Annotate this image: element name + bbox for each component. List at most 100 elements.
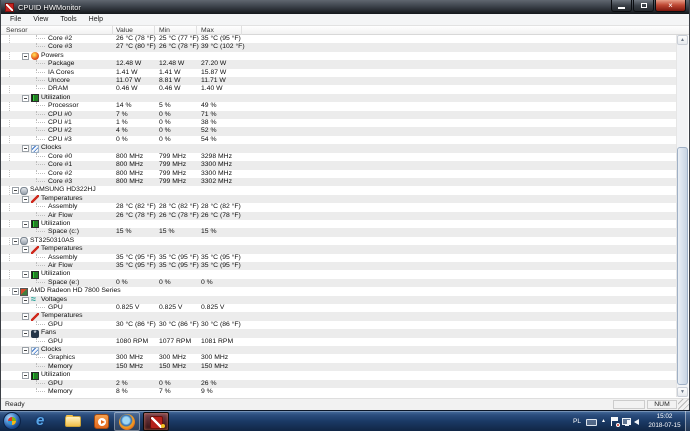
sensor-row[interactable]: CPU #24 %0 %52 % (1, 127, 678, 135)
expand-toggle[interactable] (22, 53, 29, 60)
keyboard-layout-icon[interactable] (586, 419, 597, 426)
column-divider[interactable] (196, 26, 197, 35)
sensor-row[interactable]: Core #327 °C (80 °F)26 °C (78 °F)39 °C (… (1, 43, 678, 51)
sensor-row[interactable]: GPU30 °C (86 °F)30 °C (86 °F)30 °C (86 °… (1, 321, 678, 329)
sensor-row[interactable]: Processor14 %5 %49 % (1, 102, 678, 110)
expand-toggle[interactable] (22, 297, 29, 304)
expand-toggle[interactable] (22, 372, 29, 379)
sensor-row[interactable]: Core #1800 MHz799 MHz3300 MHz (1, 161, 678, 169)
category-row[interactable]: Temperatures (1, 312, 678, 320)
sensor-max: 0.825 V (201, 304, 224, 313)
sensor-row[interactable]: Space (e:)0 %0 %0 % (1, 279, 678, 287)
expand-toggle[interactable] (22, 145, 29, 152)
sensor-row[interactable]: Assembly28 °C (82 °F)28 °C (82 °F)28 °C … (1, 203, 678, 211)
sensor-label: Memory (48, 363, 73, 372)
expand-toggle[interactable] (12, 187, 19, 194)
column-max[interactable]: Max (201, 26, 214, 35)
sensor-row[interactable]: Memory150 MHz150 MHz150 MHz (1, 363, 678, 371)
sensor-max: 71 % (201, 111, 217, 120)
maximize-button[interactable] (633, 0, 654, 12)
sensor-label: Core #2 (48, 170, 72, 179)
sensor-row[interactable]: Graphics300 MHz300 MHz300 MHz (1, 354, 678, 362)
category-row[interactable]: Clocks (1, 144, 678, 152)
column-divider[interactable] (112, 26, 113, 35)
expand-toggle[interactable] (22, 221, 29, 228)
device-row[interactable]: AMD Radeon HD 7800 Series (1, 287, 678, 295)
show-desktop-button[interactable] (685, 411, 690, 431)
sensor-row[interactable]: Core #3800 MHz799 MHz3302 MHz (1, 178, 678, 186)
category-row[interactable]: Clocks (1, 346, 678, 354)
sensor-row[interactable]: IA Cores1.41 W1.41 W15.87 W (1, 69, 678, 77)
device-row[interactable]: ST3250310AS (1, 237, 678, 245)
device-row[interactable]: SAMSUNG HD322HJ (1, 186, 678, 194)
column-divider[interactable] (154, 26, 155, 35)
show-hidden-icons-chevron[interactable]: ▲ (601, 418, 606, 424)
speaker-icon[interactable] (634, 419, 639, 425)
sensor-row[interactable]: Core #0800 MHz799 MHz3298 MHz (1, 153, 678, 161)
clock-icon (31, 145, 39, 153)
menu-tools[interactable]: Tools (54, 16, 82, 23)
category-row[interactable]: Utilization (1, 371, 678, 379)
sensor-row[interactable]: Air Flow26 °C (78 °F)26 °C (78 °F)26 °C … (1, 212, 678, 220)
sensor-row[interactable]: Core #226 °C (78 °F)25 °C (77 °F)35 °C (… (1, 35, 678, 43)
sensor-row[interactable]: DRAM0.46 W0.46 W1.40 W (1, 85, 678, 93)
expand-toggle[interactable] (12, 238, 19, 245)
category-row[interactable]: Temperatures (1, 245, 678, 253)
category-row[interactable]: Voltages (1, 296, 678, 304)
sensor-row[interactable]: CPU #07 %0 %71 % (1, 111, 678, 119)
scroll-up-arrow-icon[interactable]: ▲ (677, 35, 688, 45)
start-button[interactable] (3, 412, 21, 430)
category-row[interactable]: Fans (1, 329, 678, 337)
close-button[interactable]: × (655, 0, 686, 12)
column-divider[interactable] (241, 26, 242, 35)
category-row[interactable]: Utilization (1, 220, 678, 228)
sensor-max: 15.87 W (201, 69, 226, 78)
expand-toggle[interactable] (22, 330, 29, 337)
taskbar-clock[interactable]: 15:02 2018-07-15 (644, 413, 685, 430)
expand-toggle[interactable] (12, 288, 19, 295)
category-row[interactable]: Powers (1, 52, 678, 60)
expand-toggle[interactable] (22, 313, 29, 320)
minimize-button[interactable] (611, 0, 632, 12)
category-row[interactable]: Temperatures (1, 195, 678, 203)
scrollbar-thumb[interactable] (677, 147, 688, 385)
sensor-row[interactable]: GPU0.825 V0.825 V0.825 V (1, 304, 678, 312)
sensor-row[interactable]: Core #2800 MHz799 MHz3300 MHz (1, 170, 678, 178)
sensor-row[interactable]: Memory8 %7 %9 % (1, 388, 678, 396)
sensor-row[interactable]: Package12.48 W12.48 W27.20 W (1, 60, 678, 68)
expand-toggle[interactable] (22, 196, 29, 203)
windows-explorer-icon[interactable] (65, 416, 81, 427)
hwmonitor-taskbar-button[interactable] (143, 412, 169, 431)
category-row[interactable]: Utilization (1, 94, 678, 102)
sensor-row[interactable]: GPU1080 RPM1077 RPM1081 RPM (1, 338, 678, 346)
media-player-icon[interactable] (94, 414, 109, 429)
column-sensor[interactable]: Sensor (6, 26, 28, 35)
menu-view[interactable]: View (27, 16, 54, 23)
sensor-max: 9 % (201, 388, 213, 397)
sensor-row[interactable]: Uncore11.07 W8.81 W11.71 W (1, 77, 678, 85)
resize-grip[interactable] (678, 399, 689, 410)
vertical-scrollbar[interactable]: ▲ ▼ (676, 35, 688, 397)
sensor-row[interactable]: GPU2 %0 %26 % (1, 380, 678, 388)
expand-toggle[interactable] (22, 271, 29, 278)
scroll-down-arrow-icon[interactable]: ▼ (677, 387, 688, 397)
sensor-row[interactable]: CPU #11 %0 %38 % (1, 119, 678, 127)
expand-toggle[interactable] (22, 95, 29, 102)
sensor-row[interactable]: Space (c:)15 %15 %15 % (1, 228, 678, 236)
sensor-label: Air Flow (48, 262, 73, 271)
column-min[interactable]: Min (159, 26, 170, 35)
sensor-row[interactable]: CPU #30 %0 %54 % (1, 136, 678, 144)
title-bar[interactable]: CPUID HWMonitor × (1, 0, 689, 14)
category-row[interactable]: Utilization (1, 270, 678, 278)
menu-file[interactable]: File (4, 16, 27, 23)
expand-toggle[interactable] (22, 347, 29, 354)
column-value[interactable]: Value (116, 26, 133, 35)
action-center-flag-icon[interactable] (611, 417, 619, 426)
menu-help[interactable]: Help (83, 16, 109, 23)
firefox-taskbar-button[interactable] (114, 412, 140, 431)
sensor-row[interactable]: Assembly35 °C (95 °F)35 °C (95 °F)35 °C … (1, 254, 678, 262)
expand-toggle[interactable] (22, 246, 29, 253)
internet-explorer-icon[interactable]: e (36, 413, 52, 429)
language-indicator[interactable]: PL (573, 418, 581, 425)
sensor-row[interactable]: Air Flow35 °C (95 °F)35 °C (95 °F)35 °C … (1, 262, 678, 270)
